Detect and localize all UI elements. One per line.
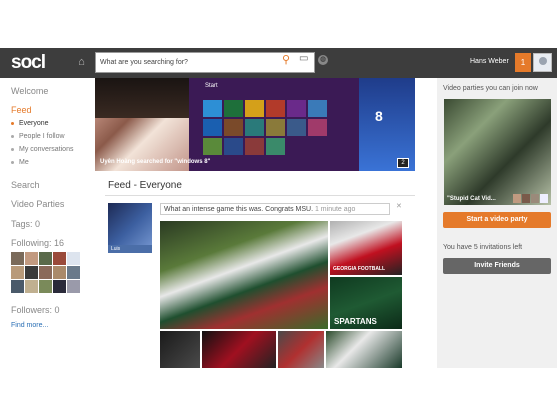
search-icon[interactable]: ⚲	[282, 53, 290, 66]
home-icon[interactable]: ⌂	[72, 54, 91, 71]
find-more-link[interactable]: Find more...	[11, 322, 48, 329]
nav-feed[interactable]: Feed	[11, 105, 32, 115]
feed-people-i-follow[interactable]: People I follow	[11, 133, 65, 140]
tile	[245, 100, 264, 117]
video-party-thumbnail[interactable]	[444, 99, 551, 205]
tile	[245, 138, 264, 155]
tile	[308, 100, 327, 117]
tile	[266, 119, 285, 136]
tile	[224, 119, 243, 136]
nav-video-parties[interactable]: Video Parties	[11, 199, 64, 209]
football-photo-main[interactable]	[160, 221, 328, 329]
feed-everyone-label: Everyone	[19, 120, 49, 127]
feed-photo-small[interactable]	[326, 331, 402, 368]
following-avatar[interactable]	[25, 266, 38, 279]
bullet-icon	[11, 160, 14, 164]
following-avatar[interactable]	[39, 280, 52, 293]
feed-photo-small[interactable]	[278, 331, 324, 368]
tile	[224, 138, 243, 155]
page-bottom-margin	[0, 368, 557, 418]
invite-friends-button[interactable]: Invite Friends	[443, 258, 551, 274]
banner-photo-shade	[95, 78, 189, 118]
following-avatar[interactable]	[39, 266, 52, 279]
tile	[203, 138, 222, 155]
spartans-photo-label: SPARTANS	[334, 317, 377, 326]
bullet-icon	[11, 147, 14, 151]
feed-people-label: People I follow	[19, 133, 65, 140]
video-party-participants	[513, 194, 549, 203]
tv-icon[interactable]: ▭	[299, 53, 308, 64]
participant-avatar[interactable]	[513, 194, 521, 203]
feed-photo-small[interactable]	[160, 331, 200, 368]
socl-logo[interactable]: socl	[11, 52, 46, 74]
participant-avatar[interactable]	[531, 194, 539, 203]
tile	[287, 100, 306, 117]
post-timestamp[interactable]: 1 minute ago	[315, 206, 355, 213]
feed-my-conversations[interactable]: My conversations	[11, 146, 73, 153]
feed-photo-small[interactable]	[202, 331, 276, 368]
tile	[308, 119, 327, 136]
nav-welcome[interactable]: Welcome	[11, 86, 48, 96]
following-avatar[interactable]	[11, 266, 24, 279]
video-party-caption[interactable]: "Stupid Cat Vid...	[447, 196, 496, 202]
feed-everyone[interactable]: Everyone	[11, 120, 49, 127]
windows-start-screen	[189, 78, 359, 171]
tile	[266, 100, 285, 117]
following-avatar[interactable]	[25, 280, 38, 293]
banner-caption[interactable]: Uyên Hoàng searched for "windows 8"	[100, 159, 210, 165]
bullet-icon	[11, 121, 14, 125]
top-bar: socl ⌂ What are you searching for? ⚲ ▭ ◍…	[0, 48, 557, 78]
user-avatar[interactable]	[533, 53, 552, 72]
feed-me[interactable]: Me	[11, 159, 29, 166]
tile	[203, 100, 222, 117]
following-count[interactable]: Following: 16	[11, 238, 64, 248]
tile	[287, 119, 306, 136]
globe-icon[interactable]: ◍	[318, 55, 328, 65]
participant-avatar[interactable]	[540, 194, 548, 203]
start-video-party-button[interactable]: Start a video party	[443, 212, 551, 228]
following-avatar[interactable]	[67, 266, 80, 279]
following-avatar[interactable]	[25, 252, 38, 265]
windows-8-label: 8	[375, 108, 383, 124]
georgia-football-photo[interactable]: GEORGIA FOOTBALL	[330, 221, 402, 275]
invitations-remaining: You have 5 invitations left	[443, 244, 523, 251]
participant-avatar[interactable]	[522, 194, 530, 203]
feed-title: Feed - Everyone	[108, 180, 182, 191]
georgia-photo-label: GEORGIA FOOTBALL	[333, 266, 386, 272]
feed-me-label: Me	[19, 159, 29, 166]
activity-banner[interactable]: Start 8 Uyên Hoàng searched for "windows…	[95, 78, 415, 171]
following-avatar[interactable]	[53, 252, 66, 265]
tile	[266, 138, 285, 155]
feed-conversations-label: My conversations	[19, 146, 74, 153]
nav-search[interactable]: Search	[11, 180, 40, 190]
video-parties-title: Video parties you can join now	[443, 85, 538, 92]
following-avatar[interactable]	[53, 266, 66, 279]
close-icon[interactable]: ✕	[396, 202, 402, 210]
tile	[224, 100, 243, 117]
followers-count[interactable]: Followers: 0	[11, 305, 60, 315]
start-label: Start	[205, 83, 218, 89]
banner-count-badge[interactable]: 2	[397, 158, 409, 168]
following-avatar[interactable]	[11, 280, 24, 293]
bullet-icon	[11, 134, 14, 138]
post-author-avatar[interactable]: Luis	[108, 203, 152, 253]
following-avatar[interactable]	[53, 280, 66, 293]
following-avatar[interactable]	[67, 280, 80, 293]
post-body: What an intense game this was. Congrats …	[164, 206, 314, 213]
tile	[203, 119, 222, 136]
following-avatar[interactable]	[67, 252, 80, 265]
following-avatar[interactable]	[11, 252, 24, 265]
notification-badge[interactable]: 1	[515, 53, 531, 72]
username-link[interactable]: Hans Weber	[470, 58, 509, 65]
tags-count[interactable]: Tags: 0	[11, 219, 40, 229]
following-thumbnails	[11, 252, 83, 294]
post-text: What an intense game this was. Congrats …	[160, 203, 390, 215]
feed-divider	[105, 195, 415, 196]
following-avatar[interactable]	[39, 252, 52, 265]
tile	[245, 119, 264, 136]
post-author-name[interactable]: Luis	[108, 245, 152, 253]
spartans-photo[interactable]: SPARTANS	[330, 277, 402, 329]
